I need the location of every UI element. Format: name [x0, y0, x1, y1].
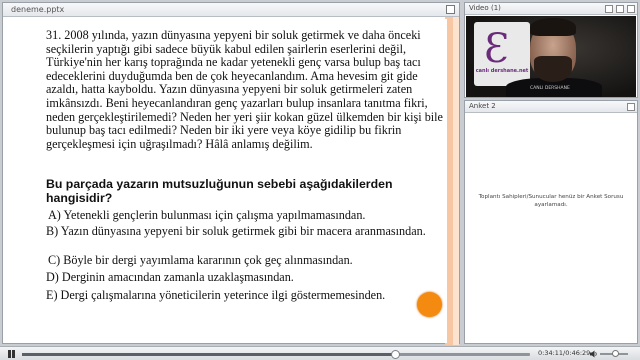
presenter-beard	[534, 56, 572, 82]
logo-text: canlı dershane.net	[475, 68, 529, 74]
presenter-hair	[530, 18, 576, 36]
answer-option-c: C) Böyle bir dergi yayımlama kararının ç…	[48, 253, 353, 267]
seek-handle[interactable]	[390, 350, 400, 359]
answer-option-e: E) Dergi çalışmalarına yöneticilerin yet…	[46, 288, 386, 302]
poll-empty-message: Toplantı Sahipleri/Sunucular henüz bir A…	[478, 194, 624, 208]
poll-panel: Anket 2 Toplantı Sahipleri/Sunucular hen…	[464, 100, 638, 344]
video-title: Video	[469, 4, 489, 12]
slide-accent-stripe-light	[453, 17, 459, 345]
player-bar: 0:34:11/0:46:29	[0, 346, 640, 360]
seek-bar[interactable]	[22, 350, 530, 359]
slide-canvas: 31. 2008 yılında, yazın dünyasına yepyen…	[31, 19, 447, 343]
presentation-panel: deneme.pptx 31. 2008 yılında, yazın düny…	[2, 2, 460, 345]
pause-button[interactable]	[7, 350, 15, 358]
poll-title: Anket 2	[469, 102, 496, 110]
maximize-icon[interactable]	[446, 5, 455, 14]
answer-option-b: B) Yazın dünyasına yepyeni bir soluk get…	[46, 224, 426, 238]
question-prompt: Bu parçada yazarın mutsuzluğunun sebebi …	[46, 177, 393, 206]
answer-option-a: A) Yetenekli gençlerin bulunması için ça…	[48, 208, 366, 222]
laser-pointer-icon	[417, 292, 442, 317]
answer-option-d: D) Derginin amacından zamanla uzaklaşmas…	[46, 270, 294, 284]
video-panel: Video (1) Ɛ canlı dershane.net CANLI DER…	[464, 2, 638, 98]
menu-icon[interactable]	[627, 5, 635, 13]
poll-titlebar: Anket 2	[465, 101, 637, 113]
pause-icon	[8, 350, 11, 358]
dershane-logo: Ɛ canlı dershane.net	[474, 22, 530, 86]
webcam-feed[interactable]: Ɛ canlı dershane.net CANLI DERSHANE	[466, 16, 636, 97]
menu-icon[interactable]	[627, 103, 635, 111]
volume-handle[interactable]	[612, 350, 619, 357]
presentation-title: deneme.pptx	[11, 5, 65, 14]
volume-icon[interactable]	[590, 350, 598, 358]
presentation-titlebar: deneme.pptx	[3, 3, 459, 17]
video-titlebar: Video (1)	[465, 3, 637, 15]
video-caption: CANLI DERSHANE	[530, 86, 570, 91]
question-text: 31. 2008 yılında, yazın dünyasına yepyen…	[46, 28, 443, 151]
pause-icon-bar	[12, 350, 15, 358]
seek-progress	[22, 353, 396, 356]
camera-icon[interactable]	[605, 5, 613, 13]
time-readout: 0:34:11/0:46:29	[538, 349, 591, 357]
logo-glyph: Ɛ	[484, 26, 509, 72]
video-participant-count: (1)	[491, 4, 501, 12]
settings-icon[interactable]	[616, 5, 624, 13]
